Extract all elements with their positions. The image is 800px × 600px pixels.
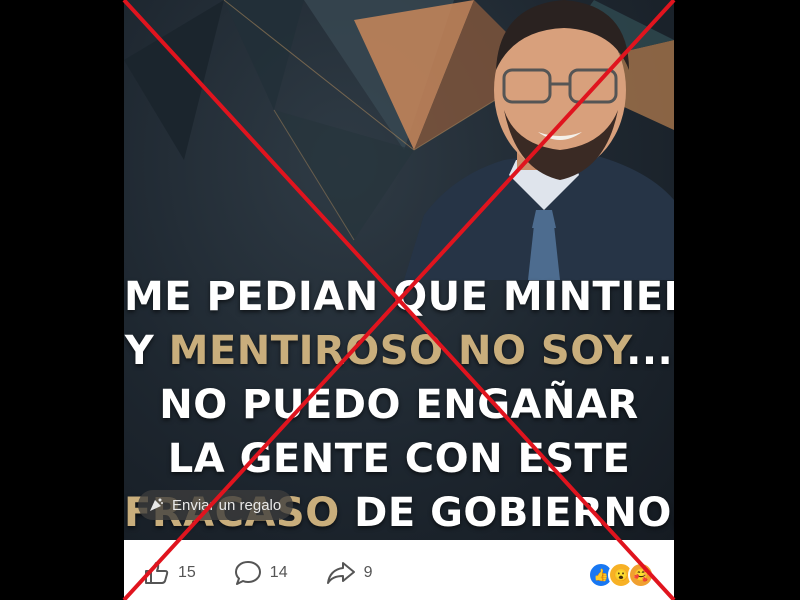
caption-text: Y: [124, 328, 169, 374]
caption-line: Y MENTIROSO NO SOY...: [124, 324, 674, 378]
caption-text: ...: [626, 328, 674, 374]
send-gift-label: Enviar un regalo: [172, 496, 282, 514]
caption-text: LA GENTE CON ESTE: [167, 436, 631, 482]
social-post: ME PEDIAN QUE MINTIERA Y MENTIROSO NO SO…: [124, 0, 674, 600]
post-actions-bar: 15 14 9 👍 😮 🥰: [124, 545, 674, 600]
like-button[interactable]: 15: [144, 561, 196, 585]
comment-button[interactable]: 14: [234, 560, 288, 586]
caption-line: LA GENTE CON ESTE: [124, 432, 674, 486]
caption-text: NO PUEDO ENGAÑAR: [159, 382, 639, 428]
gift-icon: [148, 497, 164, 513]
send-gift-button[interactable]: Enviar un regalo: [138, 490, 294, 520]
caption-line: ME PEDIAN QUE MINTIERA: [124, 270, 674, 324]
post-image[interactable]: ME PEDIAN QUE MINTIERA Y MENTIROSO NO SO…: [124, 0, 674, 540]
share-icon: [326, 561, 355, 584]
like-count: 15: [178, 563, 196, 581]
comment-count: 14: [269, 563, 288, 581]
caption-line: NO PUEDO ENGAÑAR: [124, 378, 674, 432]
caption-text: ME PEDIAN QUE MINTIERA: [124, 274, 674, 320]
caption-text: DE GOBIERNO.: [339, 490, 674, 536]
share-count: 9: [363, 563, 373, 581]
like-icon: [145, 561, 169, 584]
reactions-summary[interactable]: 👍 😮 🥰: [588, 562, 654, 588]
share-button[interactable]: 9: [326, 560, 373, 586]
care-reaction-icon: 🥰: [628, 562, 654, 588]
comment-icon: [234, 560, 261, 585]
caption-highlight: MENTIROSO NO SOY: [168, 328, 627, 374]
